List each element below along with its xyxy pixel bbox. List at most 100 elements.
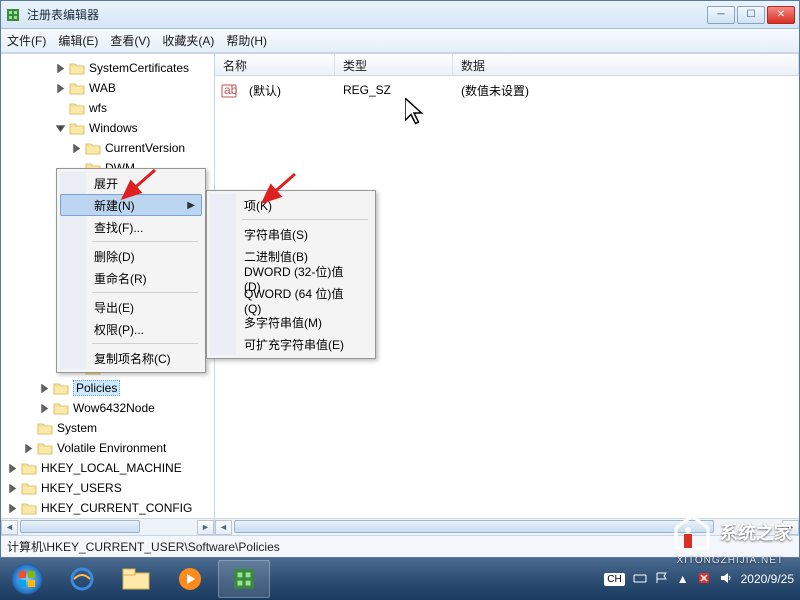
window-controls: ─ ☐ ✕ [707, 6, 795, 24]
folder-icon [21, 501, 37, 515]
tree-item[interactable]: Windows [3, 118, 214, 138]
tree-item-label: WAB [89, 81, 116, 95]
tree-item-label: wfs [89, 101, 107, 115]
taskbar-regedit-icon[interactable] [218, 560, 270, 598]
menu-edit[interactable]: 编辑(E) [58, 32, 98, 49]
tray-flag-icon[interactable] [655, 571, 669, 588]
value-name: (默认) [241, 82, 335, 99]
tree-item[interactable]: HKEY_USERS [3, 478, 214, 498]
expand-icon[interactable] [7, 463, 18, 474]
col-type[interactable]: 类型 [335, 54, 453, 75]
expand-spacer [23, 423, 34, 434]
menubar: 文件(F) 编辑(E) 查看(V) 收藏夹(A) 帮助(H) [1, 29, 799, 53]
subctx-multi[interactable]: 多字符串值(M) [210, 311, 372, 333]
scroll-right-icon[interactable]: ► [197, 520, 214, 535]
folder-icon [85, 141, 101, 155]
subctx-qword[interactable]: QWORD (64 位)值(Q) [210, 289, 372, 311]
expand-icon[interactable] [71, 143, 82, 154]
tree-item[interactable]: WAB [3, 78, 214, 98]
watermark-text: 系统之家 [720, 519, 792, 545]
tree-item-label: HKEY_LOCAL_MACHINE [41, 461, 182, 475]
expand-icon[interactable] [23, 443, 34, 454]
expand-icon[interactable] [7, 483, 18, 494]
tray-volume-icon[interactable] [719, 571, 733, 588]
folder-icon [21, 461, 37, 475]
subctx-expand[interactable]: 可扩充字符串值(E) [210, 333, 372, 355]
ctx-delete[interactable]: 删除(D) [60, 245, 202, 267]
submenu-arrow-icon: ▶ [187, 200, 195, 211]
taskbar-ie-icon[interactable] [56, 560, 108, 598]
new-submenu[interactable]: 项(K) 字符串值(S) 二进制值(B) DWORD (32-位)值(D) QW… [206, 190, 376, 359]
tree-item-label: Windows [89, 121, 138, 135]
tray-keyboard-icon[interactable] [633, 571, 647, 588]
folder-icon [69, 81, 85, 95]
folder-icon [21, 481, 37, 495]
folder-icon [37, 421, 53, 435]
cursor-icon [405, 98, 423, 120]
tree-hscroll[interactable]: ◄ ► [1, 518, 214, 535]
tree-item-label: System [57, 421, 97, 435]
ctx-find[interactable]: 查找(F)... [60, 216, 202, 238]
titlebar[interactable]: 注册表编辑器 ─ ☐ ✕ [1, 1, 799, 29]
list-header[interactable]: 名称 类型 数据 [215, 54, 799, 76]
tree-item-label: HKEY_CURRENT_CONFIG [41, 501, 192, 515]
tree-item[interactable]: wfs [3, 98, 214, 118]
tree-item[interactable]: System [3, 418, 214, 438]
col-data[interactable]: 数据 [453, 54, 799, 75]
ime-indicator[interactable]: CH [604, 573, 624, 586]
collapse-icon[interactable] [55, 123, 66, 134]
tree-item[interactable]: Policies [3, 378, 214, 398]
tree-item[interactable]: Volatile Environment [3, 438, 214, 458]
folder-icon [69, 101, 85, 115]
menu-favorites[interactable]: 收藏夹(A) [162, 32, 214, 49]
menu-file[interactable]: 文件(F) [7, 32, 46, 49]
ctx-copy-key-name[interactable]: 复制项名称(C) [60, 347, 202, 369]
expand-icon[interactable] [39, 403, 50, 414]
tree-item[interactable]: HKEY_CURRENT_CONFIG [3, 498, 214, 518]
tree-item[interactable]: Wow6432Node [3, 398, 214, 418]
menu-help[interactable]: 帮助(H) [226, 32, 267, 49]
window-title: 注册表编辑器 [27, 6, 707, 23]
value-data: (数值未设置) [453, 82, 537, 99]
taskbar-media-icon[interactable] [164, 560, 216, 598]
folder-icon [53, 381, 69, 395]
expand-icon[interactable] [55, 83, 66, 94]
tray-x-icon[interactable] [697, 571, 711, 588]
app-icon [5, 7, 21, 23]
expand-icon[interactable] [7, 503, 18, 514]
red-arrow-icon [255, 172, 300, 215]
reg-sz-icon [221, 82, 237, 98]
scroll-left-icon[interactable]: ◄ [215, 520, 232, 535]
ctx-permissions[interactable]: 权限(P)... [60, 318, 202, 340]
tree-item-label: Wow6432Node [73, 401, 155, 415]
tree-item-label: Volatile Environment [57, 441, 166, 455]
system-tray[interactable]: CH ▲ 2020/9/25 [604, 571, 800, 588]
subctx-string[interactable]: 字符串值(S) [210, 223, 372, 245]
menu-view[interactable]: 查看(V) [110, 32, 150, 49]
ctx-export[interactable]: 导出(E) [60, 296, 202, 318]
tree-item[interactable]: CurrentVersion [3, 138, 214, 158]
ctx-rename[interactable]: 重命名(R) [60, 267, 202, 289]
tree-item[interactable]: HKEY_LOCAL_MACHINE [3, 458, 214, 478]
watermark-sub: XITONGZHIJIA.NET [677, 555, 785, 566]
minimize-button[interactable]: ─ [707, 6, 735, 24]
tray-date[interactable]: 2020/9/25 [741, 572, 794, 586]
scroll-left-icon[interactable]: ◄ [1, 520, 18, 535]
folder-icon [69, 61, 85, 75]
expand-icon[interactable] [39, 383, 50, 394]
tree-item-label: HKEY_USERS [41, 481, 122, 495]
tree-item-label: SystemCertificates [89, 61, 189, 75]
tree-item-label: CurrentVersion [105, 141, 185, 155]
folder-icon [37, 441, 53, 455]
expand-icon[interactable] [55, 63, 66, 74]
col-name[interactable]: 名称 [215, 54, 335, 75]
list-row[interactable]: (默认) REG_SZ (数值未设置) [215, 80, 799, 100]
folder-icon [69, 121, 85, 135]
start-button[interactable] [0, 558, 54, 600]
tree-item[interactable]: SystemCertificates [3, 58, 214, 78]
taskbar-explorer-icon[interactable] [110, 560, 162, 598]
maximize-button[interactable]: ☐ [737, 6, 765, 24]
red-arrow-icon [115, 168, 160, 211]
tray-up-icon[interactable]: ▲ [677, 572, 689, 586]
close-button[interactable]: ✕ [767, 6, 795, 24]
